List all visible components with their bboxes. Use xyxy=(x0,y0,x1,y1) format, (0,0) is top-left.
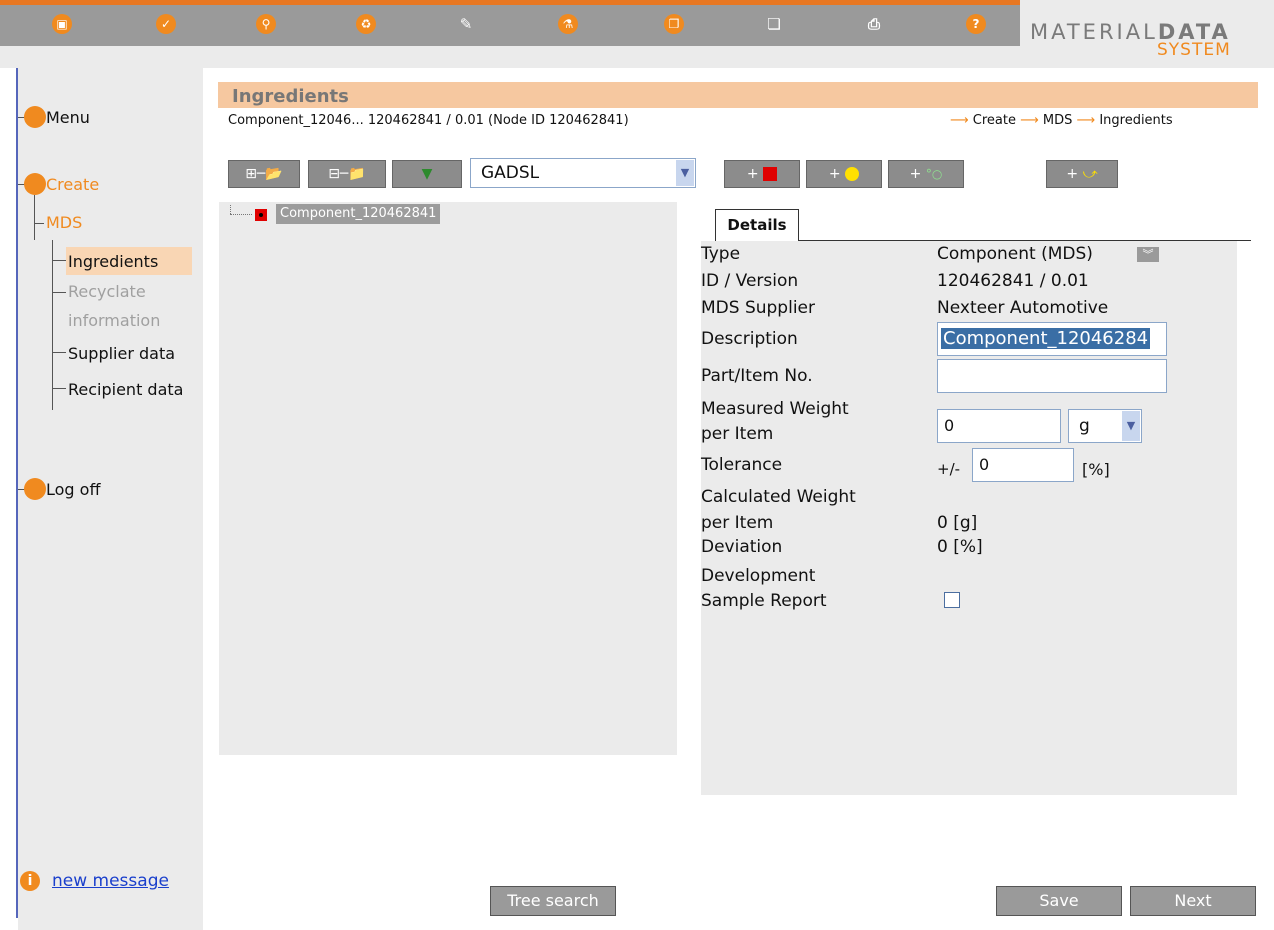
arrow-icon: ⟶ xyxy=(1020,113,1039,128)
expand-folder-icon: ⊞─📂 xyxy=(245,166,283,182)
measured-weight-label-2: per Item xyxy=(701,424,774,444)
id-version-value: 120462841 / 0.01 xyxy=(937,271,1089,291)
paste-icon[interactable]: ❏ xyxy=(764,14,784,34)
copy-icon[interactable]: ❐ xyxy=(664,14,684,34)
left-border xyxy=(16,68,18,918)
type-value: Component (MDS) xyxy=(937,244,1093,264)
part-no-label: Part/Item No. xyxy=(701,366,813,386)
measured-weight-field[interactable]: 0 xyxy=(937,409,1061,443)
id-version-label: ID / Version xyxy=(701,271,799,291)
search-icon[interactable]: ⚲ xyxy=(256,14,276,34)
tree-connector xyxy=(230,214,252,216)
dev-sample-label-2: Sample Report xyxy=(701,591,827,611)
filter-funnel-icon: ▼ xyxy=(421,166,433,182)
new-message-link[interactable]: new message xyxy=(52,871,169,891)
tolerance-field[interactable]: 0 xyxy=(972,448,1074,482)
red-square-icon xyxy=(763,167,778,181)
nav-menu[interactable]: Menu xyxy=(46,108,90,127)
create-dot-icon xyxy=(24,173,46,195)
nav-recyclate-line1: Recyclate xyxy=(68,282,146,301)
add-substance-button[interactable]: + °○ xyxy=(888,160,964,188)
nav-create[interactable]: Create xyxy=(46,175,99,194)
add-component-button[interactable]: + xyxy=(724,160,800,188)
calculated-weight-label-1: Calculated Weight xyxy=(701,487,856,507)
recycle-icon[interactable]: ♻ xyxy=(356,14,376,34)
menu-dot-icon xyxy=(24,106,46,128)
nav-mds[interactable]: MDS xyxy=(46,213,82,232)
mds-supplier-label: MDS Supplier xyxy=(701,298,815,318)
yellow-circle-icon xyxy=(845,167,860,181)
tree-node-component[interactable]: Component_120462841 xyxy=(276,204,441,224)
edit-icon[interactable]: ✎ xyxy=(456,14,476,34)
part-no-field[interactable] xyxy=(937,359,1167,393)
deviation-value: 0 [%] xyxy=(937,537,983,557)
measured-weight-label-1: Measured Weight xyxy=(701,399,849,419)
breadcrumb: ⟶ Create ⟶ MDS ⟶ Ingredients xyxy=(950,113,1173,128)
lab-flask-icon[interactable]: ⚗ xyxy=(558,14,578,34)
page-subtitle: Component_12046... 120462841 / 0.01 (Nod… xyxy=(228,113,629,128)
arrow-icon: ⟶ xyxy=(950,113,969,128)
print-icon[interactable]: ⎙ xyxy=(864,14,884,34)
nav-recyclate-line2: information xyxy=(68,311,161,330)
description-field[interactable]: Component_12046284 xyxy=(937,322,1167,356)
weight-unit-select[interactable]: g ▼ xyxy=(1068,409,1142,443)
collapse-tree-button[interactable]: ⊟─📁 xyxy=(308,160,386,188)
description-label: Description xyxy=(701,329,798,349)
breadcrumb-mds[interactable]: MDS xyxy=(1043,113,1072,128)
page-title: Ingredients xyxy=(232,86,349,107)
expand-tree-button[interactable]: ⊞─📂 xyxy=(228,160,300,188)
calculated-weight-label-2: per Item xyxy=(701,513,774,533)
add-link-button[interactable]: + ⤻ xyxy=(1046,160,1118,188)
nav-recipient-data[interactable]: Recipient data xyxy=(68,380,183,399)
nav-supplier-data[interactable]: Supplier data xyxy=(68,344,175,363)
tree-connector xyxy=(230,205,232,214)
help-icon[interactable]: ? xyxy=(966,14,986,34)
tree-panel xyxy=(219,202,677,755)
chevron-down-icon: ▼ xyxy=(676,160,694,186)
nav-ingredients[interactable]: Ingredients xyxy=(68,252,158,271)
filter-select[interactable]: GADSL ▼ xyxy=(470,158,696,188)
add-material-button[interactable]: + xyxy=(806,160,882,188)
arrow-icon: ⟶ xyxy=(1076,113,1096,128)
calculated-weight-value: 0 [g] xyxy=(937,513,978,533)
breadcrumb-create[interactable]: Create xyxy=(973,113,1016,128)
green-circles-icon: °○ xyxy=(925,167,943,181)
page-header-band xyxy=(218,82,1258,108)
dev-sample-checkbox[interactable] xyxy=(944,592,960,608)
check-icon[interactable]: ✓ xyxy=(156,14,176,34)
tolerance-prefix: +/- xyxy=(937,460,961,478)
filter-button[interactable]: ▼ xyxy=(392,160,462,188)
next-button[interactable]: Next xyxy=(1130,886,1256,916)
collapse-folder-icon: ⊟─📁 xyxy=(328,166,366,182)
curved-arrow-icon: ⤻ xyxy=(1082,166,1098,182)
mds-supplier-value: Nexteer Automotive xyxy=(937,298,1109,318)
dev-sample-label-1: Development xyxy=(701,566,816,586)
tree-search-button[interactable]: Tree search xyxy=(490,886,616,916)
tab-underline xyxy=(799,240,1251,241)
logoff-dot-icon xyxy=(24,478,46,500)
nav-logoff[interactable]: Log off xyxy=(46,480,100,499)
type-label: Type xyxy=(701,244,741,264)
filter-select-value: GADSL xyxy=(481,163,540,183)
breadcrumb-ingredients[interactable]: Ingredients xyxy=(1099,113,1172,128)
save-button[interactable]: Save xyxy=(996,886,1122,916)
description-value: Component_12046284 xyxy=(941,328,1151,349)
tolerance-unit: [%] xyxy=(1082,460,1110,479)
tab-details[interactable]: Details xyxy=(715,209,799,241)
component-icon xyxy=(255,209,267,221)
save-icon[interactable]: ▣ xyxy=(52,14,72,34)
weight-unit-value: g xyxy=(1079,416,1090,436)
chevron-down-icon: ▼ xyxy=(1122,411,1140,441)
tolerance-label: Tolerance xyxy=(701,455,783,475)
brand-logo-line2: SYSTEM xyxy=(1157,40,1231,60)
left-nav xyxy=(18,68,203,930)
expand-icon[interactable]: ︾ xyxy=(1137,247,1159,262)
deviation-label: Deviation xyxy=(701,537,783,557)
info-icon: i xyxy=(20,871,40,891)
